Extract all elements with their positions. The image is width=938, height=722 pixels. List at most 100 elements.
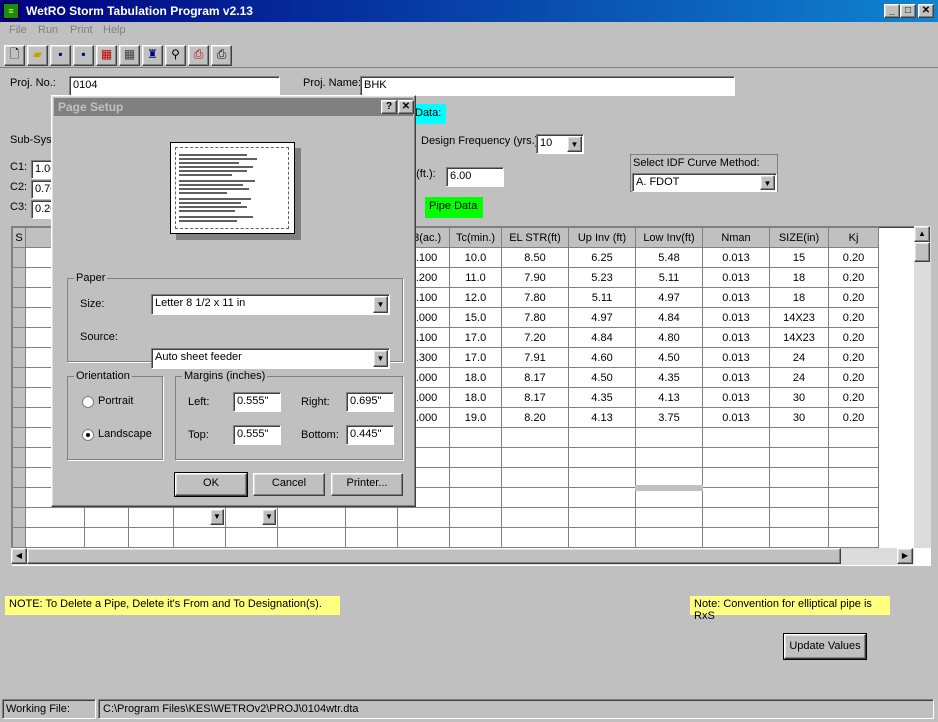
idf-select[interactable]: A. FDOT ▼ [632, 173, 777, 192]
grid-cell[interactable]: 0.20 [828, 287, 879, 308]
save-icon[interactable]: ▪ [50, 45, 71, 66]
menu-run[interactable]: Run [38, 24, 58, 36]
grid-cell[interactable]: 4.13 [568, 407, 636, 428]
grid-cell[interactable] [702, 527, 770, 548]
help-button[interactable]: ? [381, 100, 397, 114]
grid-cell[interactable]: 4.50 [635, 347, 703, 368]
grid-cell[interactable] [568, 467, 636, 488]
save-all-icon[interactable]: ▪ [73, 45, 94, 66]
grid-cell[interactable]: 4.80 [635, 327, 703, 348]
grid-cell[interactable] [568, 427, 636, 448]
pipe-data-button[interactable]: Pipe Data [425, 197, 483, 218]
cancel-button[interactable]: Cancel [253, 473, 325, 496]
print-preview-icon[interactable]: ⎙ [188, 45, 209, 66]
open-icon[interactable]: ▰ [27, 45, 48, 66]
grid-cell[interactable]: 11.0 [449, 267, 502, 288]
grid-cell[interactable]: 17.0 [449, 347, 502, 368]
grid-cell[interactable]: 7.90 [501, 267, 569, 288]
landscape-label[interactable]: Landscape [98, 428, 152, 440]
grid-cell[interactable]: 3.75 [635, 407, 703, 428]
grid-cell[interactable]: 14X23 [769, 307, 829, 328]
proj-no-field[interactable]: 0104 [69, 76, 280, 96]
grid-cell[interactable] [449, 527, 502, 548]
grid-cell[interactable]: 24 [769, 347, 829, 368]
grid-cell[interactable] [828, 527, 879, 548]
grid-cell[interactable] [501, 447, 569, 468]
grid-cell[interactable] [702, 467, 770, 488]
grid-cell[interactable] [769, 447, 829, 468]
grid-cell[interactable]: 7.20 [501, 327, 569, 348]
grid-cell[interactable] [702, 507, 770, 528]
grid-cell[interactable] [501, 467, 569, 488]
grid-column-header[interactable]: Tc(min.) [449, 227, 502, 248]
grid-cell[interactable]: 4.35 [568, 387, 636, 408]
grid-cell[interactable] [345, 507, 398, 528]
grid-cell[interactable]: 0.20 [828, 387, 879, 408]
grid-cell[interactable]: 0.013 [702, 247, 770, 268]
grid-cell[interactable]: 12.0 [449, 287, 502, 308]
grid-cell[interactable] [828, 507, 879, 528]
grid-cell[interactable]: 7.80 [501, 287, 569, 308]
grid-cell[interactable]: 8.50 [501, 247, 569, 268]
left-margin-field[interactable]: 0.555" [233, 392, 281, 412]
grid-cell[interactable]: 17.0 [449, 327, 502, 348]
grid-cell[interactable]: 15.0 [449, 307, 502, 328]
dialog-title-bar[interactable]: Page Setup ? ✕ [54, 98, 414, 116]
grid-cell[interactable] [128, 507, 174, 528]
row-selector[interactable] [12, 367, 26, 388]
grid-column-header[interactable]: Up Inv (ft) [568, 227, 636, 248]
grid-cell[interactable] [25, 527, 85, 548]
menu-file[interactable]: File [9, 24, 27, 36]
grid-cell[interactable] [769, 527, 829, 548]
grid-cell[interactable]: 4.50 [568, 367, 636, 388]
grid-cell[interactable] [702, 427, 770, 448]
scroll-left-icon[interactable]: ◀ [11, 548, 27, 564]
grid-cell[interactable]: 0.013 [702, 407, 770, 428]
row-selector[interactable] [12, 487, 26, 508]
grid-cell[interactable] [345, 527, 398, 548]
grid-cell[interactable]: ▼ [225, 507, 278, 528]
grid-cell[interactable]: 10.0 [449, 247, 502, 268]
grid-cell[interactable]: 4.13 [635, 387, 703, 408]
grid-cell[interactable]: 4.97 [568, 307, 636, 328]
grid-cell[interactable]: ▼ [173, 507, 226, 528]
grid-cell[interactable] [501, 527, 569, 548]
grid-cell[interactable]: 0.013 [702, 347, 770, 368]
chevron-down-icon[interactable]: ▼ [262, 509, 276, 525]
row-selector[interactable] [12, 327, 26, 348]
grid-cell[interactable] [769, 467, 829, 488]
grid-cell[interactable] [635, 487, 703, 508]
grid-cell[interactable]: 0.013 [702, 287, 770, 308]
chevron-down-icon[interactable]: ▼ [210, 509, 224, 525]
grid-cell[interactable]: 19.0 [449, 407, 502, 428]
row-selector[interactable] [12, 467, 26, 488]
grid-cell[interactable]: 0.013 [702, 387, 770, 408]
grid-cell[interactable]: 18.0 [449, 387, 502, 408]
new-icon[interactable]: 🗋 [4, 45, 25, 66]
printer-button[interactable]: Printer... [331, 473, 403, 496]
grid-column-header[interactable]: Low Inv(ft) [635, 227, 703, 248]
grid-cell[interactable] [397, 507, 450, 528]
grid-column-header[interactable]: EL STR(ft) [501, 227, 569, 248]
row-selector[interactable] [12, 507, 26, 528]
row-selector[interactable] [12, 247, 26, 268]
row-selector[interactable] [12, 267, 26, 288]
grid-cell[interactable] [225, 527, 278, 548]
right-margin-field[interactable]: 0.695" [346, 392, 394, 412]
grid-cell[interactable] [828, 447, 879, 468]
bottom-margin-field[interactable]: 0.445" [346, 425, 394, 445]
app-icon[interactable]: ≡ [3, 3, 19, 19]
grid-cell[interactable] [501, 427, 569, 448]
grid-cell[interactable] [568, 507, 636, 528]
update-values-button[interactable]: Update Values [783, 633, 867, 660]
grid-cell[interactable]: 0.20 [828, 407, 879, 428]
grid-cell[interactable]: 0.013 [702, 367, 770, 388]
chevron-down-icon[interactable]: ▼ [567, 136, 582, 152]
grid-cell[interactable] [635, 507, 703, 528]
scroll-up-icon[interactable]: ▲ [914, 226, 930, 242]
grid-cell[interactable] [769, 487, 829, 508]
grid-cell[interactable] [277, 507, 346, 528]
scroll-right-icon[interactable]: ▶ [897, 548, 913, 564]
grid-cell[interactable] [635, 447, 703, 468]
row-selector[interactable] [12, 527, 26, 548]
